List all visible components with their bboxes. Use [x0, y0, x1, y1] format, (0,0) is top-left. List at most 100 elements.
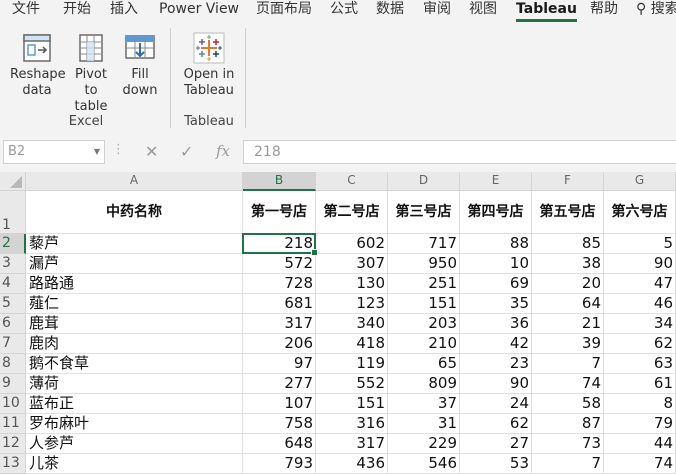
sales-value-cell[interactable]: 681: [243, 294, 316, 314]
sales-value-cell[interactable]: 63: [604, 354, 676, 374]
sales-value-cell[interactable]: 65: [388, 354, 460, 374]
column-header-d[interactable]: D: [388, 172, 460, 191]
sales-value-cell[interactable]: 35: [460, 294, 532, 314]
row-header-9[interactable]: 9: [0, 374, 26, 394]
sales-value-cell[interactable]: 809: [388, 374, 460, 394]
row-header-1[interactable]: 1: [0, 191, 26, 234]
herb-name-cell[interactable]: 漏芦: [26, 254, 243, 274]
sales-value-cell[interactable]: 552: [316, 374, 388, 394]
sales-value-cell[interactable]: 418: [316, 334, 388, 354]
sales-value-cell[interactable]: 317: [243, 314, 316, 334]
sales-value-cell[interactable]: 97: [243, 354, 316, 374]
sales-value-cell[interactable]: 90: [604, 254, 676, 274]
fill-down-button[interactable]: Fill down: [118, 32, 162, 99]
tab-review[interactable]: 审阅: [423, 0, 451, 22]
herb-name-cell[interactable]: 鹅不食草: [26, 354, 243, 374]
row-header-7[interactable]: 7: [0, 334, 26, 354]
sales-value-cell[interactable]: 758: [243, 414, 316, 434]
sales-value-cell[interactable]: 69: [460, 274, 532, 294]
sales-value-cell[interactable]: 317: [316, 434, 388, 454]
sales-value-cell[interactable]: 602: [316, 234, 388, 254]
sales-value-cell[interactable]: 73: [532, 434, 604, 454]
sales-value-cell[interactable]: 42: [460, 334, 532, 354]
sales-value-cell[interactable]: 123: [316, 294, 388, 314]
sales-value-cell[interactable]: 572: [243, 254, 316, 274]
sales-value-cell[interactable]: 58: [532, 394, 604, 414]
sales-value-cell[interactable]: 47: [604, 274, 676, 294]
tab-insert[interactable]: 插入: [110, 0, 138, 22]
sales-value-cell[interactable]: 119: [316, 354, 388, 374]
row-header-12[interactable]: 12: [0, 434, 26, 454]
column-header-g[interactable]: G: [604, 172, 676, 191]
sales-value-cell[interactable]: 8: [604, 394, 676, 414]
sales-value-cell[interactable]: 85: [532, 234, 604, 254]
sales-value-cell[interactable]: 151: [316, 394, 388, 414]
sales-value-cell[interactable]: 316: [316, 414, 388, 434]
chevron-down-icon[interactable]: ▼: [94, 141, 100, 163]
sales-value-cell[interactable]: 10: [460, 254, 532, 274]
sales-value-cell[interactable]: 79: [604, 414, 676, 434]
column-header-e[interactable]: E: [460, 172, 532, 191]
tab-formulas[interactable]: 公式: [330, 0, 358, 22]
column-title-cell[interactable]: 中药名称: [26, 191, 243, 234]
sales-value-cell[interactable]: 39: [532, 334, 604, 354]
herb-name-cell[interactable]: 鹿肉: [26, 334, 243, 354]
sales-value-cell[interactable]: 62: [460, 414, 532, 434]
select-all-corner[interactable]: [0, 172, 26, 191]
sales-value-cell[interactable]: 340: [316, 314, 388, 334]
column-header-c[interactable]: C: [316, 172, 388, 191]
sales-value-cell[interactable]: 436: [316, 454, 388, 474]
herb-name-cell[interactable]: 薄荷: [26, 374, 243, 394]
herb-name-cell[interactable]: 鹿茸: [26, 314, 243, 334]
tab-power-view[interactable]: Power View: [159, 0, 239, 22]
sales-value-cell[interactable]: 37: [388, 394, 460, 414]
drag-handle-icon[interactable]: ⋮: [112, 142, 125, 157]
sales-value-cell[interactable]: 44: [604, 434, 676, 454]
herb-name-cell[interactable]: 路路通: [26, 274, 243, 294]
sales-value-cell[interactable]: 46: [604, 294, 676, 314]
column-header-f[interactable]: F: [532, 172, 604, 191]
tab-page-layout[interactable]: 页面布局: [256, 0, 312, 22]
tab-file[interactable]: 文件: [12, 0, 40, 22]
sales-value-cell[interactable]: 950: [388, 254, 460, 274]
sales-value-cell[interactable]: 717: [388, 234, 460, 254]
sales-value-cell[interactable]: 7: [532, 354, 604, 374]
sales-value-cell[interactable]: 229: [388, 434, 460, 454]
sales-value-cell[interactable]: 307: [316, 254, 388, 274]
sales-value-cell[interactable]: 87: [532, 414, 604, 434]
row-header-4[interactable]: 4: [0, 274, 26, 294]
column-title-cell[interactable]: 第四号店: [460, 191, 532, 234]
sales-value-cell[interactable]: 24: [460, 394, 532, 414]
column-title-cell[interactable]: 第五号店: [532, 191, 604, 234]
formula-input[interactable]: 218: [243, 140, 676, 164]
column-header-b[interactable]: B: [243, 172, 316, 191]
tab-search[interactable]: ⚲ 搜索: [636, 0, 676, 22]
sales-value-cell[interactable]: 64: [532, 294, 604, 314]
tab-home[interactable]: 开始: [63, 0, 91, 22]
herb-name-cell[interactable]: 蓝布正: [26, 394, 243, 414]
sales-value-cell[interactable]: 5: [604, 234, 676, 254]
row-header-11[interactable]: 11: [0, 414, 26, 434]
sales-value-cell[interactable]: 218: [243, 234, 316, 254]
open-in-tableau-button[interactable]: Open in Tableau: [180, 32, 238, 99]
sales-value-cell[interactable]: 38: [532, 254, 604, 274]
sales-value-cell[interactable]: 23: [460, 354, 532, 374]
sales-value-cell[interactable]: 31: [388, 414, 460, 434]
column-title-cell[interactable]: 第三号店: [388, 191, 460, 234]
sales-value-cell[interactable]: 130: [316, 274, 388, 294]
sales-value-cell[interactable]: 203: [388, 314, 460, 334]
row-header-13[interactable]: 13: [0, 454, 26, 474]
sales-value-cell[interactable]: 728: [243, 274, 316, 294]
sales-value-cell[interactable]: 88: [460, 234, 532, 254]
sales-value-cell[interactable]: 21: [532, 314, 604, 334]
sales-value-cell[interactable]: 107: [243, 394, 316, 414]
herb-name-cell[interactable]: 人参芦: [26, 434, 243, 454]
sales-value-cell[interactable]: 546: [388, 454, 460, 474]
sales-value-cell[interactable]: 210: [388, 334, 460, 354]
sales-value-cell[interactable]: 277: [243, 374, 316, 394]
herb-name-cell[interactable]: 薤仁: [26, 294, 243, 314]
pivot-to-table-button[interactable]: Pivot to table: [66, 32, 116, 115]
sales-value-cell[interactable]: 90: [460, 374, 532, 394]
row-header-2[interactable]: 2: [0, 234, 26, 254]
sales-value-cell[interactable]: 36: [460, 314, 532, 334]
